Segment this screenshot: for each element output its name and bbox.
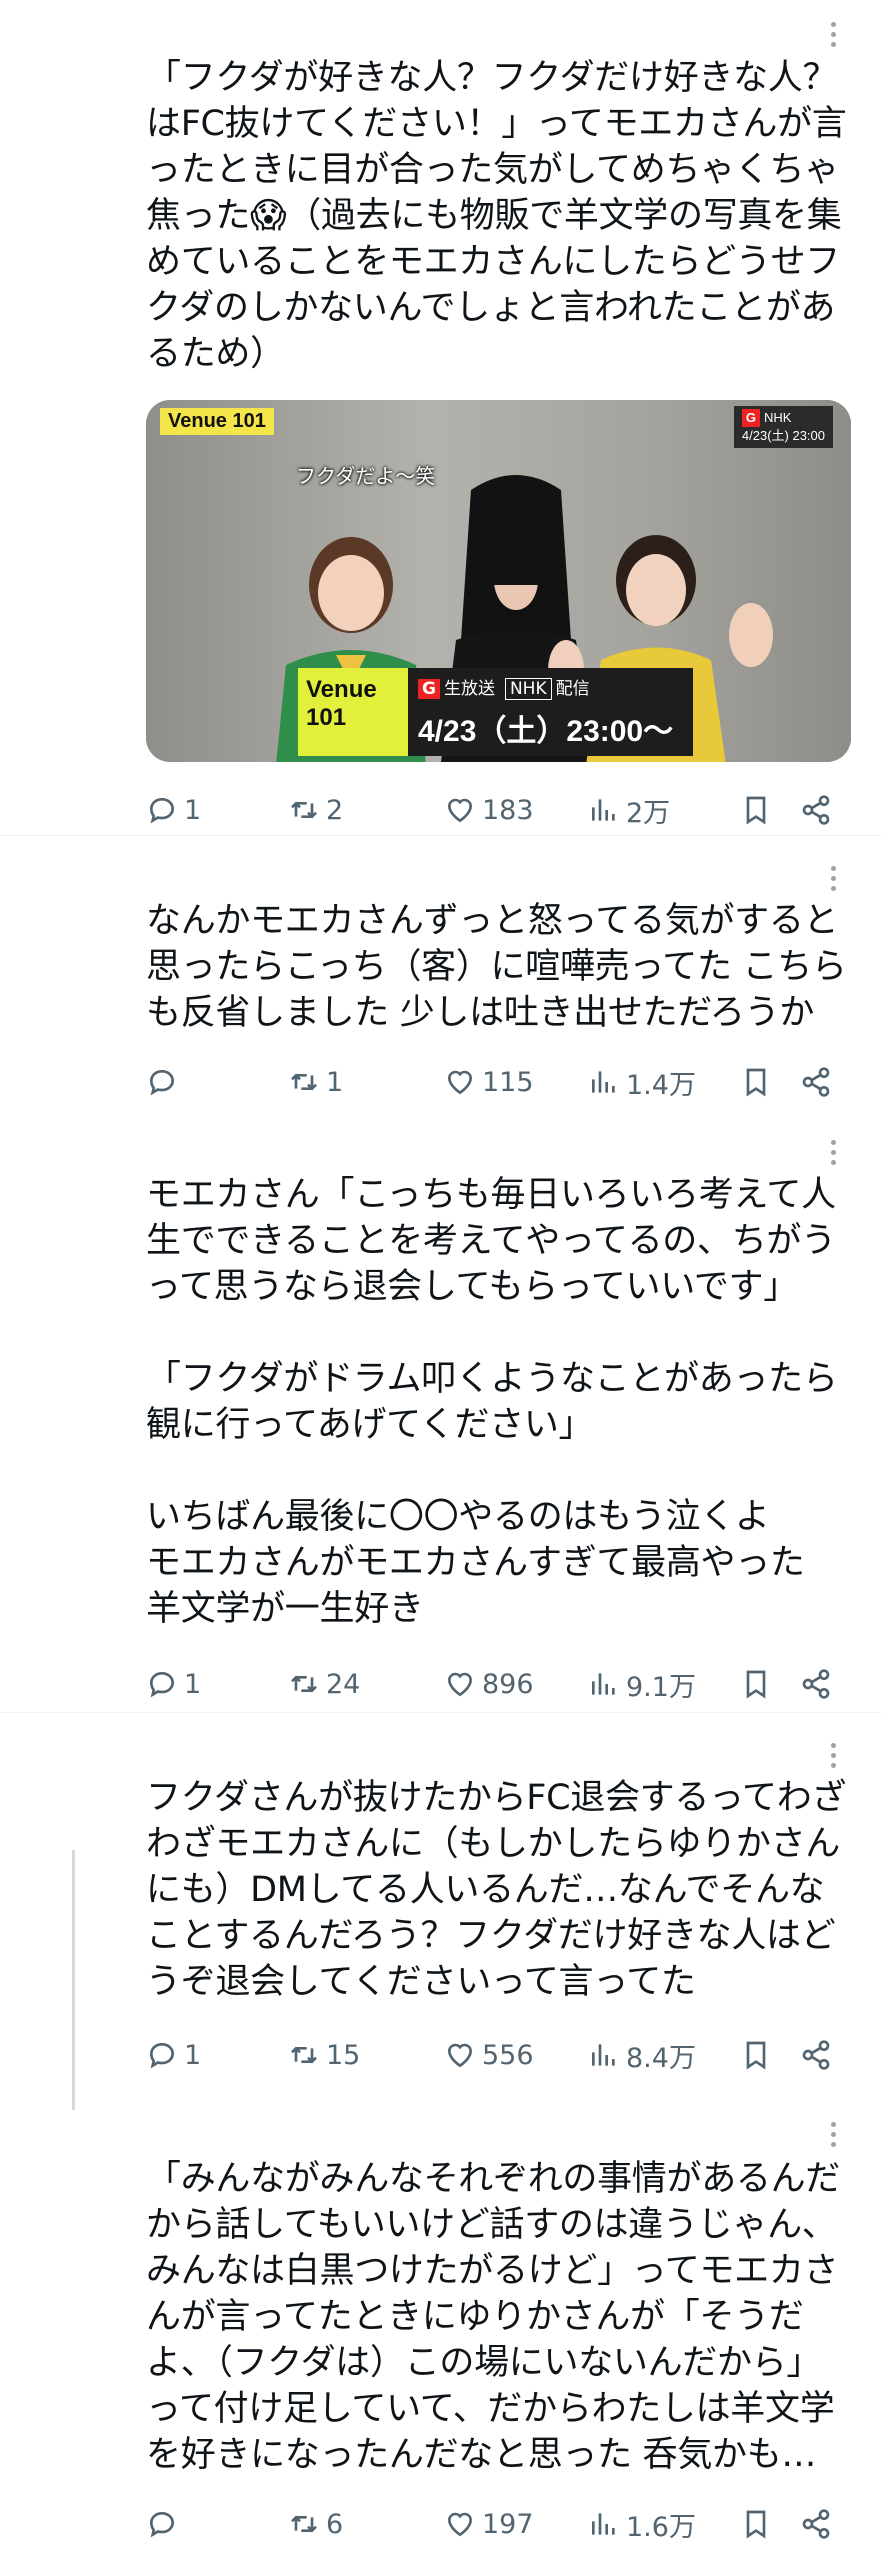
reply-button[interactable]: [146, 1060, 184, 1104]
reply-button[interactable]: 1: [146, 1662, 201, 1706]
media-venue-tag: Venue 101: [160, 408, 274, 435]
media-caption: フクダだよ〜笑: [296, 464, 436, 488]
bookmark-button[interactable]: [740, 2502, 772, 2546]
share-icon: [802, 795, 830, 825]
retweet-button[interactable]: 24: [288, 1662, 360, 1706]
share-button[interactable]: [800, 1060, 832, 1104]
retweet-button[interactable]: 6: [288, 2502, 343, 2546]
views-button[interactable]: 8.4万: [588, 2033, 696, 2077]
tweet[interactable]: フクダさんが抜けたからFC退会するってわざわざモエカさんに（もしかしたらゆりかさ…: [0, 1713, 881, 2093]
bookmark-icon: [746, 2510, 766, 2539]
bookmark-icon: [746, 1068, 766, 1097]
bookmark-icon: [746, 2041, 766, 2070]
retweet-icon: [291, 1675, 317, 1693]
tweet-actions: 1 15 556 8.4万: [146, 2033, 846, 2077]
media-broadcast-banner: Venue 101 G 生放送 NHK 配信 4/23（土）23:00〜: [298, 668, 693, 756]
more-icon[interactable]: [829, 866, 837, 891]
more-icon[interactable]: [829, 1140, 837, 1165]
tweet[interactable]: なんかモエカさんずっと怒ってる気がすると思ったらこっち（客）に喧嘩売ってた こち…: [0, 836, 881, 1106]
like-icon: [447, 2512, 473, 2537]
tweet-actions: 6 197 1.6万: [146, 2502, 846, 2546]
bookmark-button[interactable]: [740, 788, 772, 832]
reply-icon: [149, 2042, 175, 2069]
more-icon[interactable]: [829, 22, 837, 47]
retweet-icon: [291, 1073, 317, 1091]
tweet[interactable]: モエカさん「こっちも毎日いろいろ考えて人生でできることを考えてやってるの、ちがう…: [0, 1110, 881, 1710]
like-icon: [447, 1070, 473, 1095]
like-icon: [447, 1672, 473, 1697]
views-icon: [592, 1673, 615, 1695]
views-icon: [592, 2513, 615, 2535]
media-broadcast-badge: G NHK 4/23(土) 23:00: [733, 406, 833, 448]
bookmark-icon: [746, 796, 766, 825]
share-icon: [802, 2040, 830, 2070]
share-button[interactable]: [800, 1662, 832, 1706]
bookmark-button[interactable]: [740, 1060, 772, 1104]
like-button[interactable]: 556: [444, 2033, 534, 2077]
more-icon[interactable]: [829, 2122, 837, 2147]
reply-icon: [149, 1069, 175, 1096]
retweet-icon: [291, 2515, 317, 2533]
retweet-icon: [291, 2046, 317, 2064]
retweet-icon: [291, 801, 317, 819]
like-icon: [447, 2043, 473, 2068]
tweet[interactable]: 「フクダが好きな人？フクダだけ好きな人？はFC抜けてください！」ってモエカさんが…: [0, 0, 881, 830]
share-icon: [802, 1669, 830, 1699]
views-icon: [592, 1071, 615, 1093]
tweet-media-image[interactable]: Venue 101 G NHK 4/23(土) 23:00 フクダだよ〜笑 Ve…: [146, 400, 851, 762]
bookmark-icon: [746, 1670, 766, 1699]
views-icon: [592, 2044, 615, 2066]
views-icon: [592, 799, 615, 821]
views-button[interactable]: 1.6万: [588, 2502, 696, 2546]
tweet-actions: 1 115 1.4万: [146, 1060, 846, 1104]
like-button[interactable]: 183: [444, 788, 534, 832]
tweet-text: フクダさんが抜けたからFC退会するってわざわざモエカさんに（もしかしたらゆりかさ…: [146, 1778, 847, 2002]
reply-icon: [149, 2511, 175, 2538]
reply-button[interactable]: 1: [146, 788, 201, 832]
like-icon: [447, 798, 473, 823]
like-button[interactable]: 896: [444, 1662, 534, 1706]
tweet-actions: 1 2 183 2万: [146, 788, 846, 832]
like-button[interactable]: 197: [444, 2502, 534, 2546]
bookmark-button[interactable]: [740, 1662, 772, 1706]
tweet-text: 「フクダが好きな人？フクダだけ好きな人？はFC抜けてください！」ってモエカさんが…: [146, 58, 847, 374]
share-button[interactable]: [800, 788, 832, 832]
share-icon: [802, 2509, 830, 2539]
tweet-text: 「みんながみんなそれぞれの事情があるんだから話してもいいけど話すのは違うじゃん、…: [146, 2159, 841, 2475]
views-button[interactable]: 2万: [588, 788, 670, 832]
tweet[interactable]: 「みんながみんなそれぞれの事情があるんだから話してもいいけど話すのは違うじゃん、…: [0, 2100, 881, 2560]
tweet-text: モエカさん「こっちも毎日いろいろ考えて人生でできることを考えてやってるの、ちがう…: [146, 1175, 838, 1629]
more-icon[interactable]: [829, 1743, 837, 1768]
share-button[interactable]: [800, 2033, 832, 2077]
share-button[interactable]: [800, 2502, 832, 2546]
share-icon: [802, 1067, 830, 1097]
retweet-button[interactable]: 15: [288, 2033, 360, 2077]
views-button[interactable]: 1.4万: [588, 1060, 696, 1104]
reply-button[interactable]: 1: [146, 2033, 201, 2077]
reply-icon: [149, 797, 175, 824]
reply-icon: [149, 1671, 175, 1698]
retweet-button[interactable]: 1: [288, 1060, 343, 1104]
tweet-actions: 1 24 896 9.1万: [146, 1662, 846, 1706]
tweet-text: なんかモエカさんずっと怒ってる気がすると思ったらこっち（客）に喧嘩売ってた こち…: [146, 901, 847, 1033]
like-button[interactable]: 115: [444, 1060, 534, 1104]
retweet-button[interactable]: 2: [288, 788, 343, 832]
views-button[interactable]: 9.1万: [588, 1662, 696, 1706]
bookmark-button[interactable]: [740, 2033, 772, 2077]
reply-button[interactable]: [146, 2502, 184, 2546]
